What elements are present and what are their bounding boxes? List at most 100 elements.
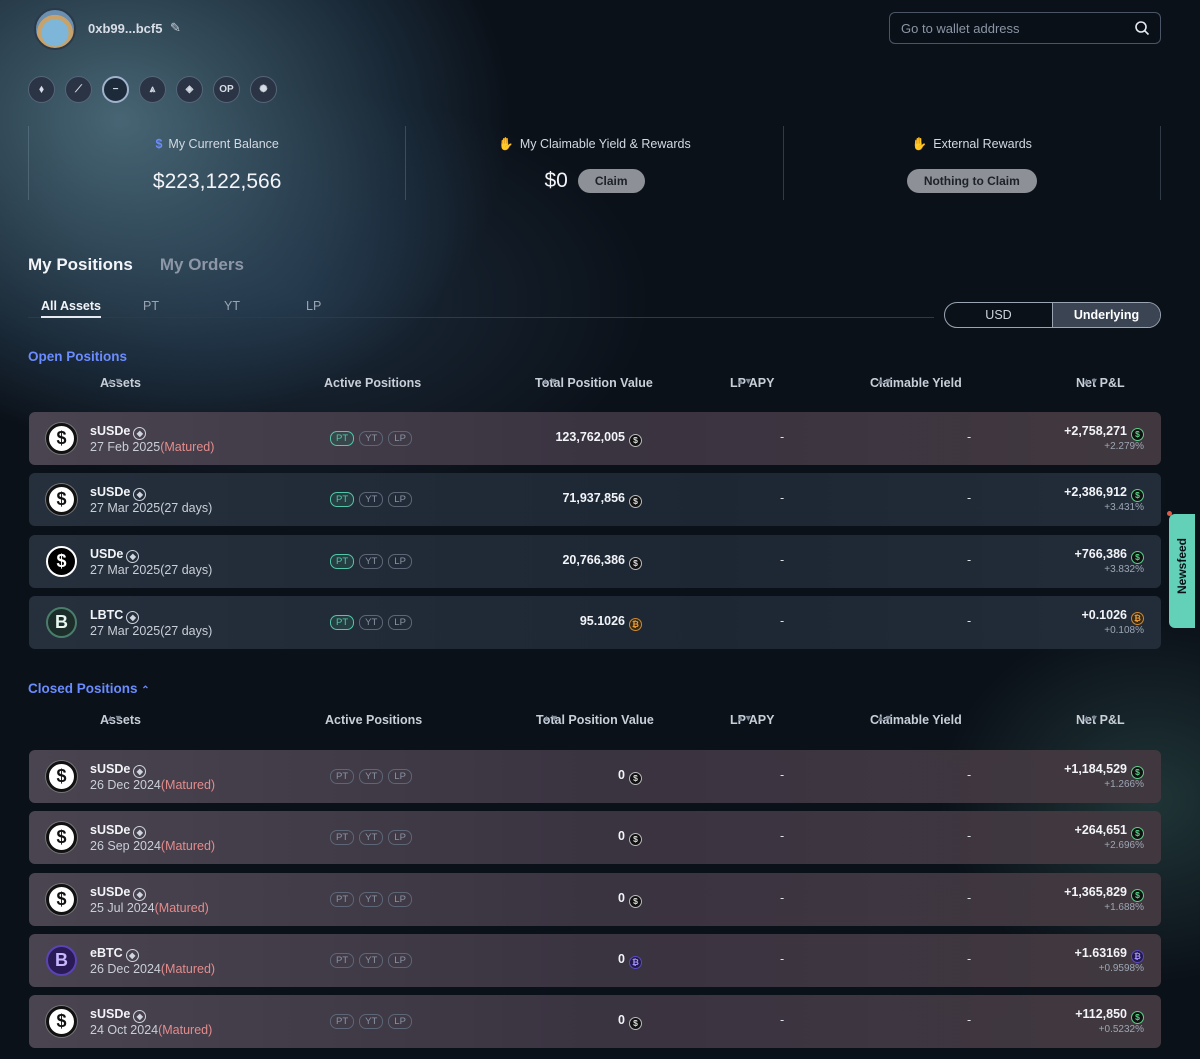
token-icon: ₿ <box>1131 949 1144 963</box>
tab-all-assets[interactable]: All Assets <box>41 299 101 318</box>
closed-positions-toggle[interactable]: Closed Positions ⌃ <box>28 681 150 696</box>
position-row[interactable]: BeBTC ◆ 26 Dec 2024(Matured) PT YT LP 0 ₿ - - +1.6… <box>29 933 1161 987</box>
pill-lp[interactable]: LP <box>388 769 412 784</box>
pill-pt[interactable]: PT <box>330 891 355 907</box>
wallet-search-input[interactable] <box>890 13 1130 43</box>
pill-lp[interactable]: LP <box>388 492 412 508</box>
usd-toggle[interactable]: USD <box>945 303 1052 327</box>
pill-lp[interactable]: LP <box>388 614 412 630</box>
maturity-date: 26 Sep 2024 <box>90 839 161 854</box>
chain-chain-7-icon[interactable]: ✺ <box>250 76 277 103</box>
net-pnl-percent: +3.832% <box>1104 563 1144 575</box>
position-value: 0 <box>618 890 625 905</box>
claimable-yield-value: - <box>967 890 972 905</box>
net-pnl-percent: +3.431% <box>1104 502 1144 514</box>
ethereum-icon: ◆ <box>126 610 140 624</box>
position-row[interactable]: $ sUSDe ◆ 27 Mar 2025(27 days) PT YT LP 71,937,… <box>29 473 1161 527</box>
sort-icon: ▲▼ <box>876 376 893 386</box>
underlying-toggle[interactable]: Underlying <box>1052 303 1160 327</box>
tab-lp[interactable]: LP <box>306 299 321 313</box>
claim-button[interactable]: Claim <box>577 169 645 193</box>
chain-ethereum-icon[interactable]: ⬧ <box>28 76 55 103</box>
pill-lp[interactable]: LP <box>388 1014 412 1030</box>
pill-lp[interactable]: LP <box>388 553 412 569</box>
pill-lp[interactable]: LP <box>388 830 412 846</box>
active-position-pills: PT YT LP <box>330 769 412 784</box>
claimable-yield-value: - <box>967 613 972 628</box>
search-icon[interactable] <box>1134 20 1150 36</box>
position-value: 0 <box>618 1013 625 1028</box>
pill-lp[interactable]: LP <box>388 891 412 907</box>
tab-my-positions[interactable]: My Positions <box>28 255 133 275</box>
position-row[interactable]: $ sUSDe ◆ 27 Feb 2025(Matured) PT YT LP 123,762… <box>29 412 1161 465</box>
ethereum-icon: ◆ <box>133 887 147 901</box>
position-row[interactable]: $ sUSDe ◆ 25 Jul 2024(Matured) PT YT LP 0 $ - - +1,… <box>29 872 1161 926</box>
pill-pt[interactable]: PT <box>330 492 355 508</box>
col-active: Active Positions <box>325 713 423 727</box>
tab-pt[interactable]: PT <box>143 299 159 313</box>
ethereum-icon: ◆ <box>133 427 147 440</box>
lp-apy-value: - <box>780 829 785 844</box>
chain-mantle-icon[interactable]: − <box>102 76 129 103</box>
net-pnl-percent: +2.279% <box>1104 441 1144 452</box>
pill-yt[interactable]: YT <box>359 769 384 784</box>
pill-yt[interactable]: YT <box>359 952 384 968</box>
pill-pt[interactable]: PT <box>330 830 355 846</box>
pill-pt[interactable]: PT <box>330 553 355 569</box>
pill-yt[interactable]: YT <box>359 492 384 508</box>
tab-my-orders[interactable]: My Orders <box>160 255 244 275</box>
pill-pt[interactable]: PT <box>330 1014 355 1030</box>
asset-name: sUSDe <box>90 485 131 500</box>
chain-arbitrum-icon[interactable]: ⟋ <box>65 76 92 103</box>
closed-table-header: Assets ▲▼ Active Positions Total Position… <box>28 713 1161 729</box>
pill-yt[interactable]: YT <box>359 830 384 846</box>
chain-bnb-icon[interactable]: ◈ <box>176 76 203 103</box>
pill-pt[interactable]: PT <box>330 769 355 784</box>
asset-token-icon: B <box>46 944 77 976</box>
newsfeed-tab[interactable]: Newsfeed <box>1169 514 1195 628</box>
position-row[interactable]: B LBTC ◆ 27 Mar 2025(27 days) PT YT LP 95.1026 ₿… <box>29 595 1161 649</box>
net-pnl-value: +2,386,912 <box>1064 485 1127 500</box>
chain-chain-4-icon[interactable]: ⩓ <box>139 76 166 103</box>
asset-name: LBTC <box>90 607 124 622</box>
chevron-up-icon: ⌃ <box>141 685 150 696</box>
position-row[interactable]: $ USDe ◆ 27 Mar 2025(27 days) PT YT LP 20,766,3… <box>29 534 1161 588</box>
pill-pt[interactable]: PT <box>330 431 355 446</box>
pill-yt[interactable]: YT <box>359 891 384 907</box>
pill-pt[interactable]: PT <box>330 614 355 630</box>
lp-apy-value: - <box>780 951 785 966</box>
claimable-yield-value: - <box>967 430 972 444</box>
sort-icon: ▲▼ <box>541 376 558 386</box>
position-row[interactable]: $ sUSDe ◆ 24 Oct 2024(Matured) PT YT LP 0 $ - - +11… <box>29 995 1161 1049</box>
asset-token-icon: $ <box>46 822 77 854</box>
maturity-date: 27 Feb 2025 <box>90 440 161 454</box>
chain-optimism-icon[interactable]: OP <box>213 76 240 103</box>
pill-yt[interactable]: YT <box>359 614 384 630</box>
external-rewards-box: ✋ External Rewards Nothing to Claim <box>782 126 1161 200</box>
position-value: 0 <box>618 768 625 782</box>
summary-panel: $ My Current Balance $223,122,566 ✋ My Cla… <box>28 126 1161 200</box>
pill-yt[interactable]: YT <box>359 1014 384 1030</box>
net-pnl-percent: +1.688% <box>1104 901 1144 913</box>
net-pnl-value: +2,758,271 <box>1064 424 1127 438</box>
pill-pt[interactable]: PT <box>330 952 355 968</box>
token-icon: $ <box>1131 489 1144 503</box>
position-row[interactable]: $ sUSDe ◆ 26 Dec 2024(Matured) PT YT LP 0 $ - - +1,… <box>29 750 1161 803</box>
avatar[interactable] <box>34 8 76 50</box>
nothing-to-claim-button[interactable]: Nothing to Claim <box>906 169 1037 193</box>
asset-name: sUSDe <box>90 424 131 438</box>
pill-lp[interactable]: LP <box>388 952 412 968</box>
lp-apy-value: - <box>780 768 785 782</box>
edit-icon[interactable]: ✎ <box>170 20 181 36</box>
asset-name: sUSDe <box>90 884 131 899</box>
lp-apy-value: - <box>780 890 785 905</box>
tab-yt[interactable]: YT <box>224 299 240 313</box>
position-row[interactable]: $ sUSDe ◆ 26 Sep 2024(Matured) PT YT LP 0 $ - - +26… <box>29 811 1161 865</box>
pill-yt[interactable]: YT <box>359 431 384 446</box>
pill-lp[interactable]: LP <box>388 431 412 446</box>
net-pnl-percent: +0.9598% <box>1098 962 1144 974</box>
pill-yt[interactable]: YT <box>359 553 384 569</box>
token-icon: ₿ <box>1131 611 1144 625</box>
claimable-yield-value: - <box>967 829 972 844</box>
asset-name: sUSDe <box>90 823 131 838</box>
